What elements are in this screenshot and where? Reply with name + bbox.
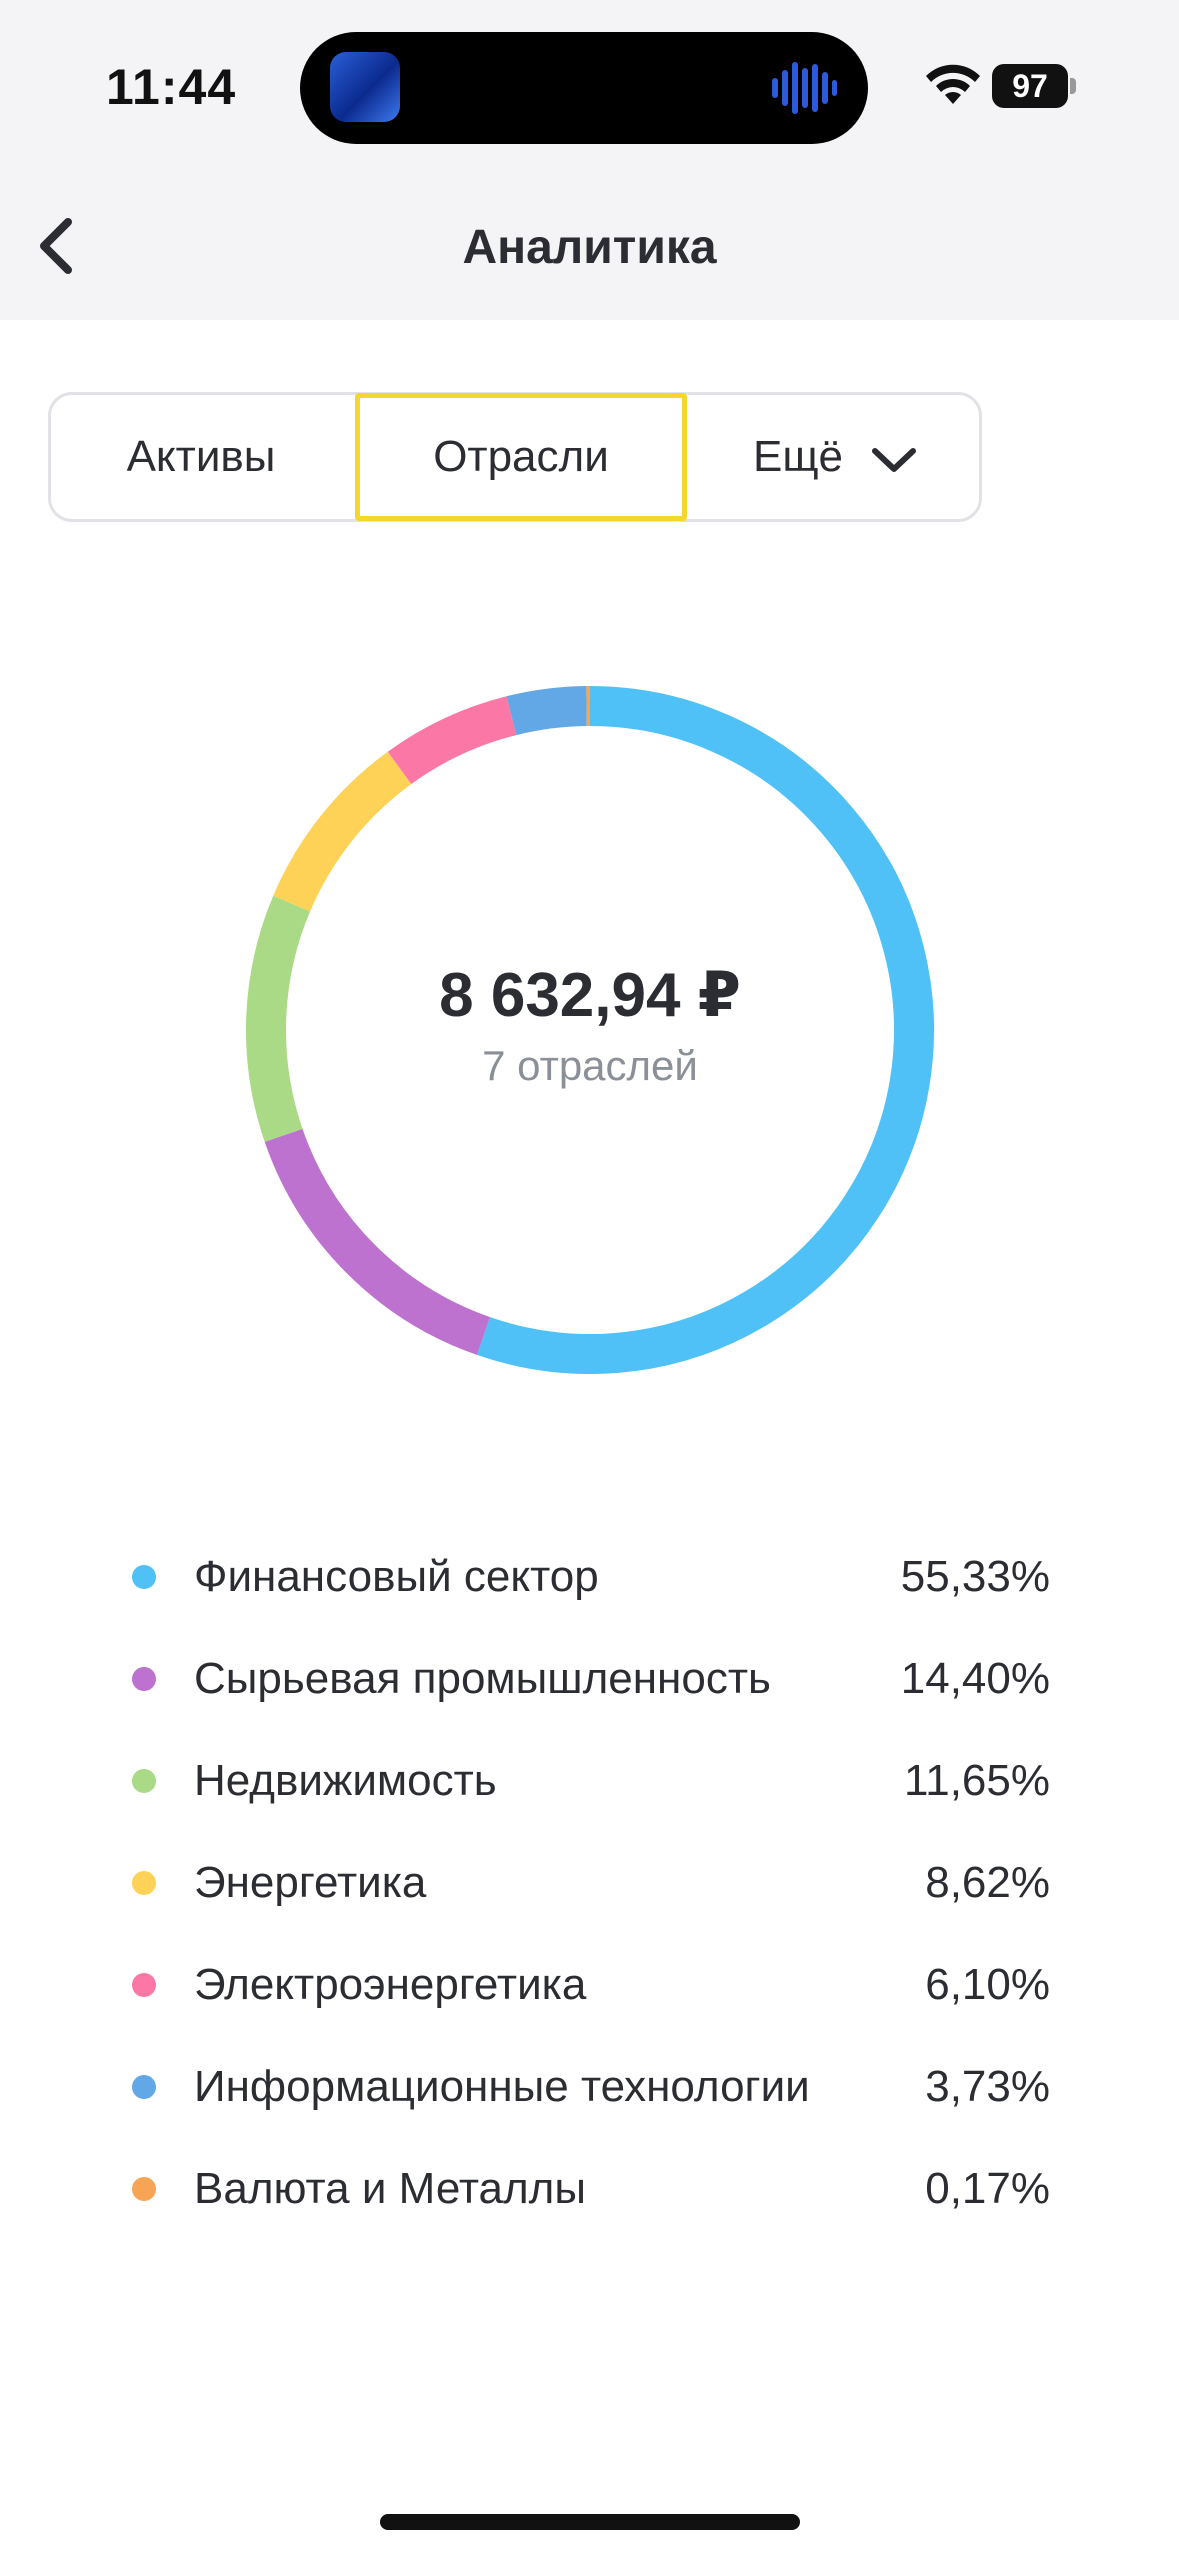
legend-list: Финансовый сектор 55,33% Сырьевая промыш… [130,1540,1050,2254]
legend-item[interactable]: Валюта и Металлы 0,17% [130,2152,1050,2254]
donut-slice-4[interactable] [273,751,412,912]
legend-item[interactable]: Информационные технологии 3,73% [130,2050,1050,2152]
legend-label: Сырьевая промышленность [194,1654,771,1703]
legend-label: Энергетика [194,1858,427,1907]
legend-percent: 8,62% [925,1858,1050,1907]
industries-count: 7 отраслей [482,1042,698,1089]
legend-label: Валюта и Металлы [194,2164,586,2213]
donut-slice-6[interactable] [506,686,588,736]
legend-percent: 6,10% [925,1960,1050,2009]
legend-label: Недвижимость [194,1756,497,1805]
home-indicator [380,2514,800,2530]
legend-color-dot [132,1565,156,1589]
donut-slice-2[interactable] [264,1128,491,1355]
audio-waveform-icon [772,62,837,114]
battery-icon: 97 [992,64,1068,108]
tab-industries[interactable]: Отрасли [355,395,687,519]
legend-color-dot [132,2177,156,2201]
legend-label: Электроэнергетика [194,1960,587,2009]
now-playing-artwork-icon [330,52,400,122]
legend-color-dot [132,1667,156,1691]
wifi-icon [926,64,980,104]
status-time: 11:44 [106,59,237,115]
page-title: Аналитика [462,221,717,274]
tab-more[interactable]: Ещё [691,395,981,519]
total-amount: 8 632,94 ₽ [439,961,741,1030]
legend-color-dot [132,2075,156,2099]
tab-assets[interactable]: Активы [51,395,351,519]
top-bar: 11:44 97 Аналитика [0,0,1179,320]
legend-item[interactable]: Финансовый сектор 55,33% [130,1540,1050,1642]
legend-percent: 55,33% [900,1552,1050,1601]
legend-percent: 3,73% [925,2062,1050,2111]
legend-color-dot [132,1769,156,1793]
dynamic-island[interactable] [300,32,868,144]
legend-percent: 14,40% [900,1654,1050,1703]
tab-more-label: Ещё [752,432,844,481]
legend-color-dot [132,1973,156,1997]
legend-item[interactable]: Энергетика 8,62% [130,1846,1050,1948]
segmented-control: Активы Отрасли Ещё [48,392,982,522]
donut-slice-5[interactable] [387,696,517,785]
legend-label: Информационные технологии [194,2062,810,2111]
legend-item[interactable]: Сырьевая промышленность 14,40% [130,1642,1050,1744]
battery-cap [1070,78,1076,94]
chevron-down-icon [872,448,917,473]
legend-item[interactable]: Электроэнергетика 6,10% [130,1948,1050,2050]
legend-label: Финансовый сектор [194,1552,599,1601]
legend-color-dot [132,1871,156,1895]
legend-percent: 0,17% [925,2164,1050,2213]
legend-percent: 11,65% [904,1756,1050,1805]
legend-item[interactable]: Недвижимость 11,65% [130,1744,1050,1846]
